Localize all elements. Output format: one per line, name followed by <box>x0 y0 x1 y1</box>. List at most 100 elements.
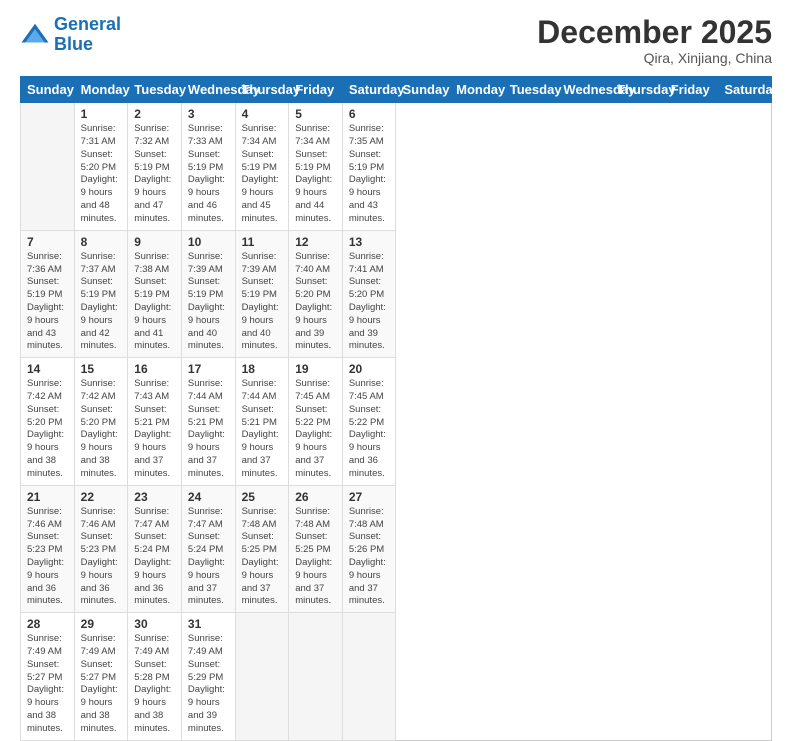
day-number: 22 <box>81 490 122 504</box>
calendar-cell: 26 Sunrise: 7:48 AMSunset: 5:25 PMDayligh… <box>289 485 343 613</box>
day-info: Sunrise: 7:31 AMSunset: 5:20 PMDaylight:… <box>81 123 122 226</box>
calendar-cell: 30 Sunrise: 7:49 AMSunset: 5:28 PMDayligh… <box>128 613 182 741</box>
calendar-cell: 16 Sunrise: 7:43 AMSunset: 5:21 PMDayligh… <box>128 358 182 486</box>
day-info: Sunrise: 7:32 AMSunset: 5:19 PMDaylight:… <box>134 123 175 226</box>
day-number: 10 <box>188 235 229 249</box>
calendar-cell: 5 Sunrise: 7:34 AMSunset: 5:19 PMDaylight… <box>289 103 343 231</box>
header: General Blue December 2025 Qira, Xinjian… <box>20 15 772 66</box>
day-info: Sunrise: 7:34 AMSunset: 5:19 PMDaylight:… <box>242 123 283 226</box>
day-info: Sunrise: 7:43 AMSunset: 5:21 PMDaylight:… <box>134 378 175 481</box>
day-header: Friday <box>664 77 718 103</box>
day-number: 19 <box>295 362 336 376</box>
day-number: 1 <box>81 107 122 121</box>
day-number: 16 <box>134 362 175 376</box>
calendar-cell: 18 Sunrise: 7:44 AMSunset: 5:21 PMDayligh… <box>235 358 289 486</box>
day-header: Thursday <box>611 77 665 103</box>
day-info: Sunrise: 7:36 AMSunset: 5:19 PMDaylight:… <box>27 251 68 354</box>
day-info: Sunrise: 7:48 AMSunset: 5:26 PMDaylight:… <box>349 506 390 609</box>
logo-line1: General <box>54 14 121 34</box>
day-info: Sunrise: 7:49 AMSunset: 5:27 PMDaylight:… <box>27 633 68 736</box>
day-number: 29 <box>81 617 122 631</box>
week-row: 21 Sunrise: 7:46 AMSunset: 5:23 PMDayligh… <box>21 485 772 613</box>
day-number: 3 <box>188 107 229 121</box>
day-info: Sunrise: 7:46 AMSunset: 5:23 PMDaylight:… <box>81 506 122 609</box>
day-number: 21 <box>27 490 68 504</box>
day-header: Saturday <box>718 77 772 103</box>
day-info: Sunrise: 7:49 AMSunset: 5:28 PMDaylight:… <box>134 633 175 736</box>
calendar-cell: 10 Sunrise: 7:39 AMSunset: 5:19 PMDayligh… <box>181 230 235 358</box>
day-header: Sunday <box>396 77 450 103</box>
day-info: Sunrise: 7:41 AMSunset: 5:20 PMDaylight:… <box>349 251 390 354</box>
day-number: 24 <box>188 490 229 504</box>
week-row: 14Sunrise: 7:42 AMSunset: 5:20 PMDayligh… <box>21 358 772 486</box>
calendar-cell <box>289 613 343 741</box>
calendar-cell: 19 Sunrise: 7:45 AMSunset: 5:22 PMDayligh… <box>289 358 343 486</box>
calendar-cell: 29 Sunrise: 7:49 AMSunset: 5:27 PMDayligh… <box>74 613 128 741</box>
calendar-cell: 7 Sunrise: 7:36 AMSunset: 5:19 PMDaylight… <box>21 230 75 358</box>
subtitle: Qira, Xinjiang, China <box>537 50 772 66</box>
day-number: 15 <box>81 362 122 376</box>
day-number: 13 <box>349 235 390 249</box>
day-number: 20 <box>349 362 390 376</box>
day-number: 6 <box>349 107 390 121</box>
day-info: Sunrise: 7:34 AMSunset: 5:19 PMDaylight:… <box>295 123 336 226</box>
calendar-cell: 3 Sunrise: 7:33 AMSunset: 5:19 PMDaylight… <box>181 103 235 231</box>
day-info: Sunrise: 7:49 AMSunset: 5:29 PMDaylight:… <box>188 633 229 736</box>
calendar-cell: 23 Sunrise: 7:47 AMSunset: 5:24 PMDayligh… <box>128 485 182 613</box>
calendar-cell: 28 Sunrise: 7:49 AMSunset: 5:27 PMDayligh… <box>21 613 75 741</box>
week-row: 1 Sunrise: 7:31 AMSunset: 5:20 PMDaylight… <box>21 103 772 231</box>
day-number: 12 <box>295 235 336 249</box>
day-info: Sunrise: 7:48 AMSunset: 5:25 PMDaylight:… <box>295 506 336 609</box>
day-info: Sunrise: 7:45 AMSunset: 5:22 PMDaylight:… <box>295 378 336 481</box>
calendar-cell: 22 Sunrise: 7:46 AMSunset: 5:23 PMDayligh… <box>74 485 128 613</box>
day-header: Sunday <box>21 77 75 103</box>
day-info: Sunrise: 7:47 AMSunset: 5:24 PMDaylight:… <box>188 506 229 609</box>
day-number: 30 <box>134 617 175 631</box>
logo-text: General Blue <box>54 15 121 55</box>
header-row: SundayMondayTuesdayWednesdayThursdayFrid… <box>21 77 772 103</box>
calendar-table: SundayMondayTuesdayWednesdayThursdayFrid… <box>20 76 772 741</box>
day-info: Sunrise: 7:42 AMSunset: 5:20 PMDaylight:… <box>27 378 68 481</box>
day-info: Sunrise: 7:38 AMSunset: 5:19 PMDaylight:… <box>134 251 175 354</box>
day-info: Sunrise: 7:33 AMSunset: 5:19 PMDaylight:… <box>188 123 229 226</box>
day-info: Sunrise: 7:49 AMSunset: 5:27 PMDaylight:… <box>81 633 122 736</box>
day-info: Sunrise: 7:47 AMSunset: 5:24 PMDaylight:… <box>134 506 175 609</box>
page: General Blue December 2025 Qira, Xinjian… <box>0 0 792 612</box>
day-header: Wednesday <box>181 77 235 103</box>
logo-line2: Blue <box>54 34 93 54</box>
calendar-cell: 21Sunrise: 7:46 AMSunset: 5:23 PMDayligh… <box>21 485 75 613</box>
day-number: 23 <box>134 490 175 504</box>
logo-icon <box>20 20 50 50</box>
day-info: Sunrise: 7:39 AMSunset: 5:19 PMDaylight:… <box>242 251 283 354</box>
calendar-cell <box>342 613 396 741</box>
day-header: Tuesday <box>503 77 557 103</box>
day-info: Sunrise: 7:44 AMSunset: 5:21 PMDaylight:… <box>242 378 283 481</box>
day-header: Monday <box>450 77 504 103</box>
logo: General Blue <box>20 15 121 55</box>
calendar-cell: 9 Sunrise: 7:38 AMSunset: 5:19 PMDaylight… <box>128 230 182 358</box>
day-number: 17 <box>188 362 229 376</box>
day-info: Sunrise: 7:39 AMSunset: 5:19 PMDaylight:… <box>188 251 229 354</box>
calendar-cell: 25 Sunrise: 7:48 AMSunset: 5:25 PMDayligh… <box>235 485 289 613</box>
day-number: 28 <box>27 617 68 631</box>
calendar-cell <box>21 103 75 231</box>
day-number: 9 <box>134 235 175 249</box>
calendar-cell: 20Sunrise: 7:45 AMSunset: 5:22 PMDayligh… <box>342 358 396 486</box>
day-number: 18 <box>242 362 283 376</box>
day-info: Sunrise: 7:35 AMSunset: 5:19 PMDaylight:… <box>349 123 390 226</box>
day-number: 11 <box>242 235 283 249</box>
day-info: Sunrise: 7:48 AMSunset: 5:25 PMDaylight:… <box>242 506 283 609</box>
calendar-cell: 12Sunrise: 7:40 AMSunset: 5:20 PMDayligh… <box>289 230 343 358</box>
calendar-cell: 1 Sunrise: 7:31 AMSunset: 5:20 PMDaylight… <box>74 103 128 231</box>
title-block: December 2025 Qira, Xinjiang, China <box>537 15 772 66</box>
day-number: 7 <box>27 235 68 249</box>
day-number: 26 <box>295 490 336 504</box>
day-number: 31 <box>188 617 229 631</box>
day-number: 5 <box>295 107 336 121</box>
day-header: Wednesday <box>557 77 611 103</box>
week-row: 28 Sunrise: 7:49 AMSunset: 5:27 PMDayligh… <box>21 613 772 741</box>
calendar-cell: 2Sunrise: 7:32 AMSunset: 5:19 PMDaylight… <box>128 103 182 231</box>
week-row: 7 Sunrise: 7:36 AMSunset: 5:19 PMDaylight… <box>21 230 772 358</box>
calendar-cell: 4Sunrise: 7:34 AMSunset: 5:19 PMDaylight… <box>235 103 289 231</box>
day-number: 25 <box>242 490 283 504</box>
